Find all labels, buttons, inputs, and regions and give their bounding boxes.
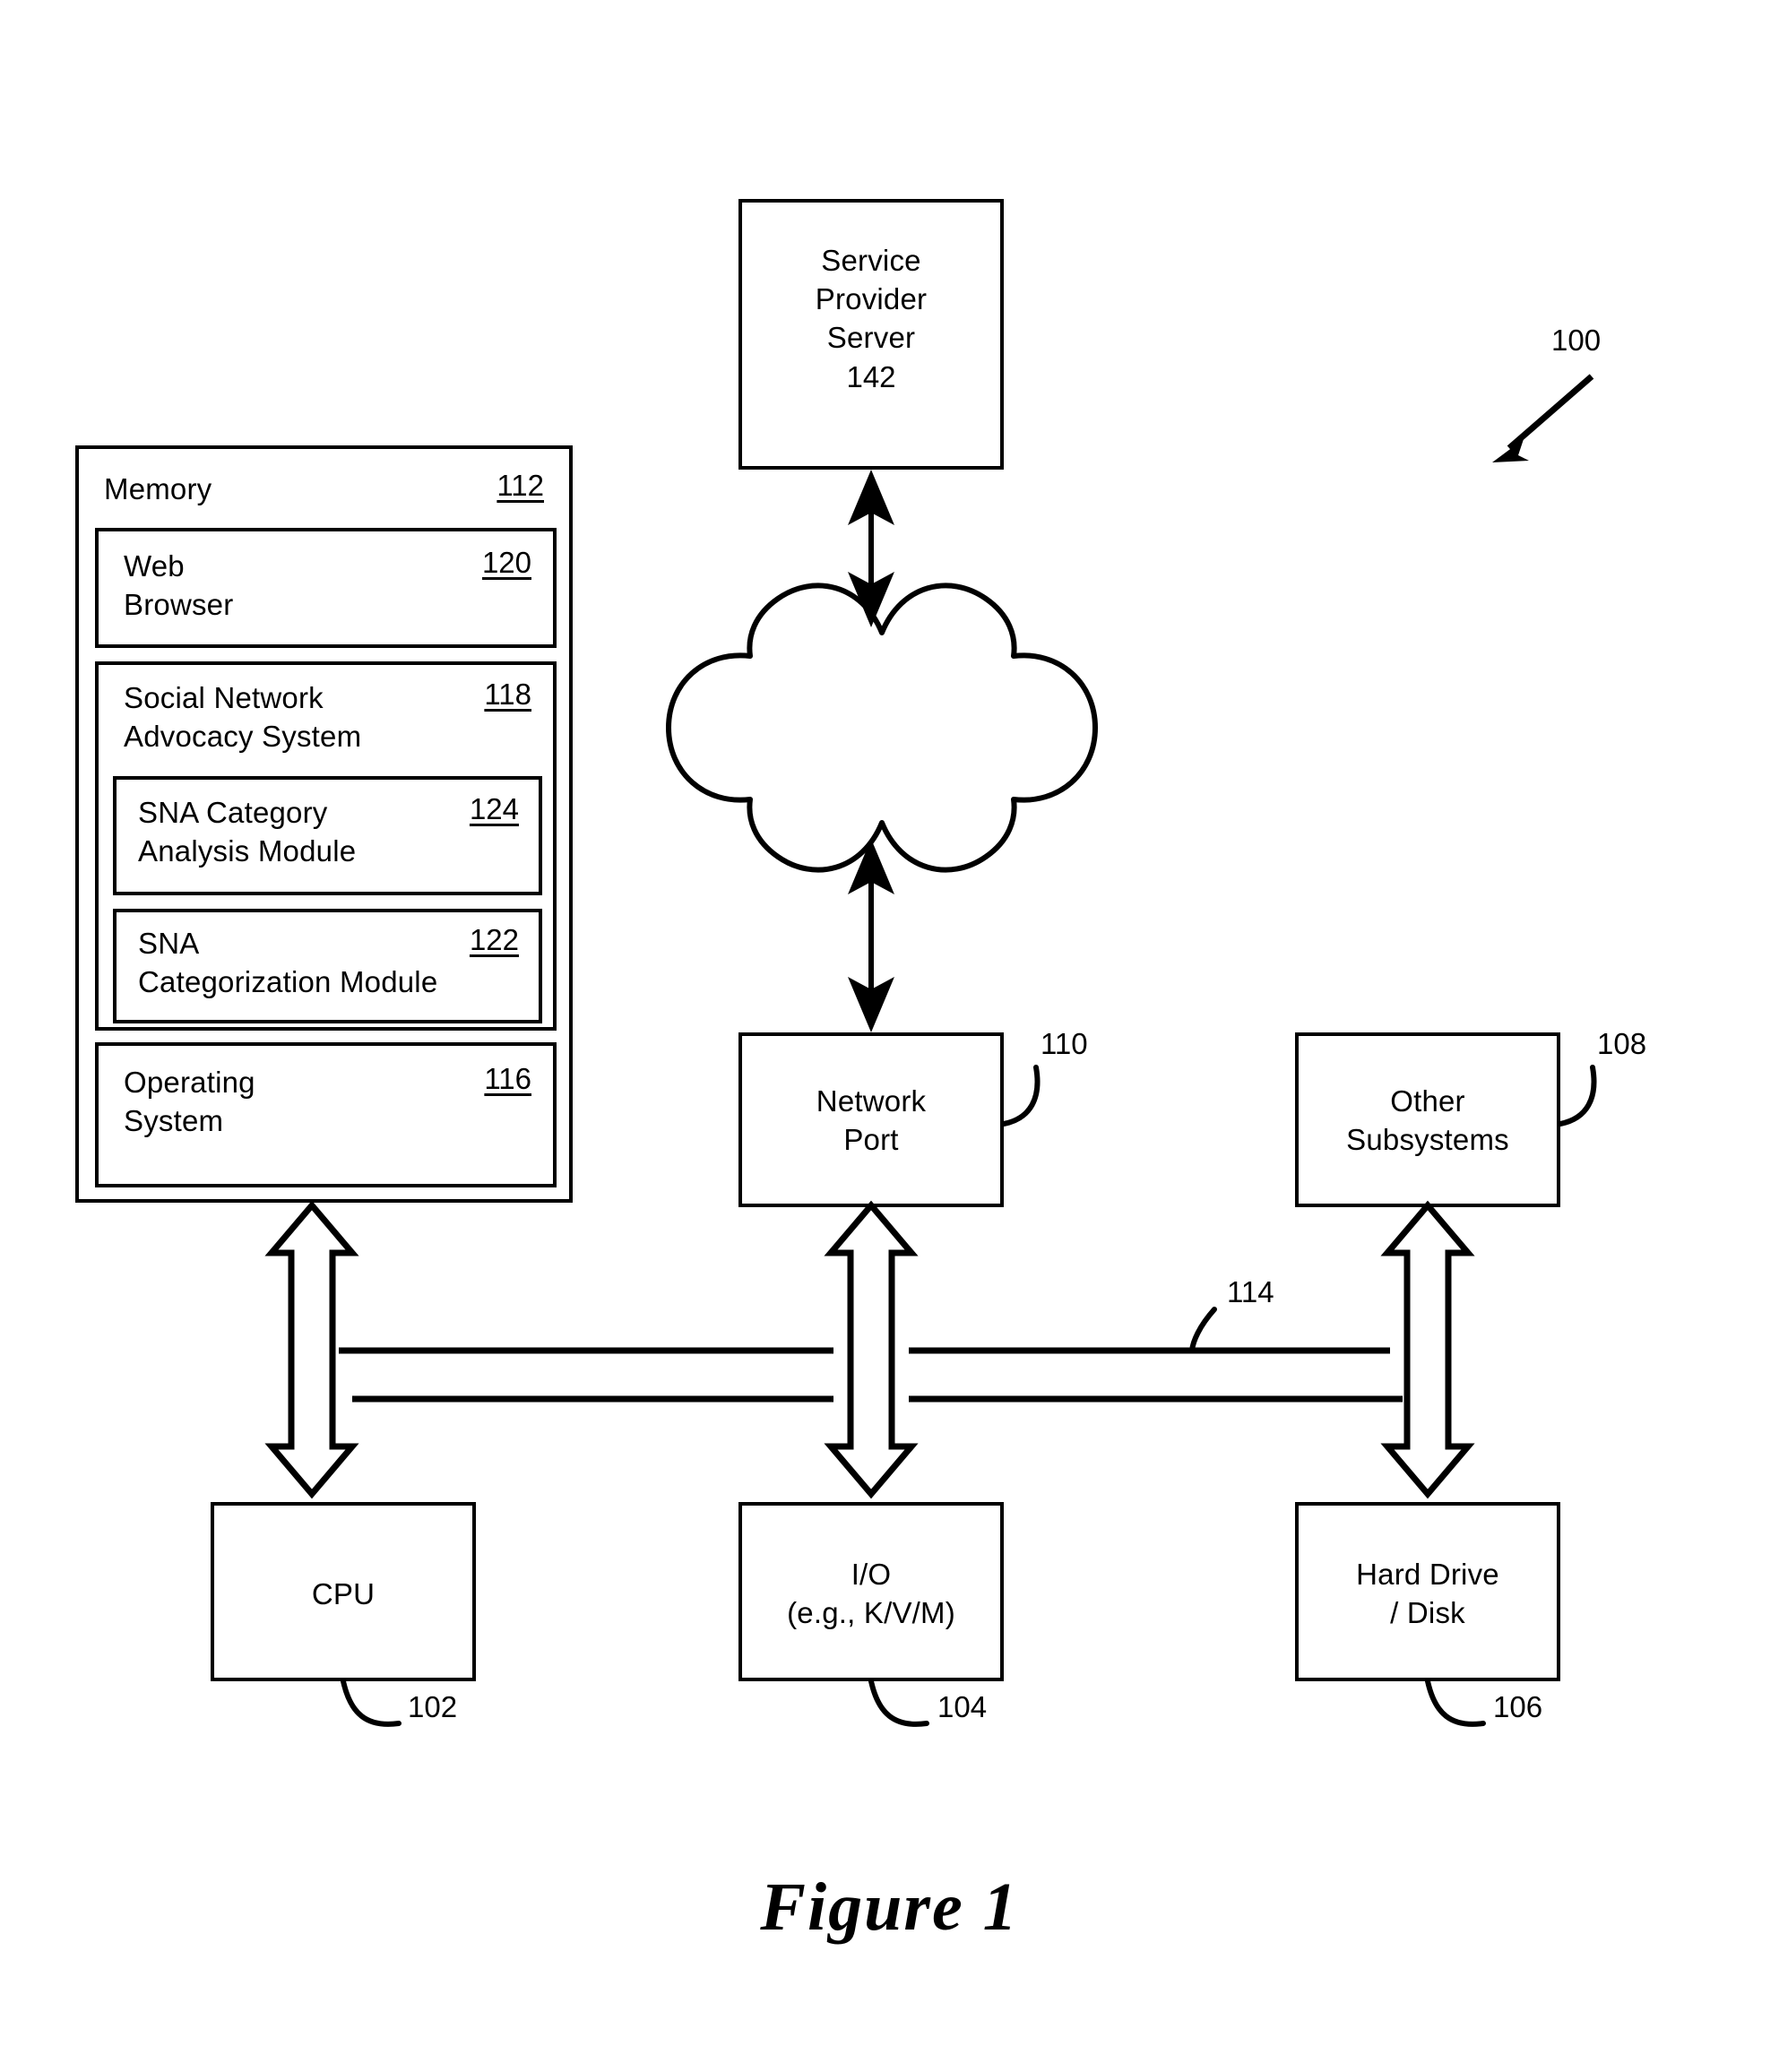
system-ref-100: 100 [1551,324,1602,357]
sna-category-analysis-label: SNA Category Analysis Module [138,794,356,871]
hard-drive-label: Hard Drive / Disk [1299,1556,1557,1633]
operating-system-ref: 116 [484,1062,531,1095]
sna-categorization-ref: 122 [469,923,519,956]
sna-system-label: Social Network Advocacy System [124,679,361,756]
hard-drive-ref: 106 [1493,1690,1543,1723]
other-subsystems-ref: 108 [1597,1027,1647,1060]
sna-system-block: Social Network Advocacy System 118 SNA Ca… [95,661,557,1031]
io-ref: 104 [937,1690,988,1723]
cpu-ref: 102 [408,1690,458,1723]
othersubsystems-bus-arrow [1380,1200,1475,1499]
sna-system-line1: Social Network [124,681,324,714]
io-label: I/O (e.g., K/V/M) [742,1556,1000,1633]
service-provider-server-label: Service Provider Server [742,242,1000,358]
sna-categorization-module-block: SNA Categorization Module 122 [113,909,542,1023]
other-subsystems-block: Other Subsystems [1295,1032,1560,1207]
sna-system-line2: Advocacy System [124,719,362,753]
cpu-ref-leader [341,1679,402,1727]
network-port-label: Network Port [742,1083,1000,1160]
operating-system-line1: Operating [124,1066,255,1099]
service-provider-server-block: Service Provider Server 142 [738,199,1004,470]
figure-caption: Figure 1 [760,1869,1019,1945]
bus-ref: 114 [1227,1275,1274,1308]
cpu-block: CPU [211,1502,476,1681]
other-subsystems-line2: Subsystems [1346,1122,1509,1156]
system-ref-arrow [1492,374,1594,462]
sna-categorization-line1: SNA [138,927,200,960]
service-provider-server-ref: 142 [846,360,896,393]
network-port-line2: Port [843,1122,899,1156]
operating-system-block: Operating System 116 [95,1042,557,1187]
web-browser-line1: Web [124,549,185,583]
web-browser-block: Web Browser 120 [95,528,557,648]
other-subsystems-line1: Other [1390,1084,1465,1118]
bus-ref-leader [1189,1307,1217,1353]
service-provider-server-line2: Provider [815,281,928,315]
other-subsystems-ref-leader [1558,1065,1597,1127]
sna-system-ref: 118 [484,678,531,711]
network-port-block: Network Port [738,1032,1004,1207]
sna-category-analysis-ref: 124 [469,792,519,825]
web-browser-line2: Browser [124,587,234,621]
hard-drive-ref-leader [1425,1679,1486,1727]
hard-drive-line2: / Disk [1390,1595,1465,1629]
sna-category-analysis-line2: Analysis Module [138,833,357,868]
sna-category-analysis-module-block: SNA Category Analysis Module 124 [113,776,542,895]
io-ref-leader [868,1679,929,1727]
hard-drive-line1: Hard Drive [1356,1558,1499,1591]
operating-system-line2: System [124,1103,224,1137]
patent-figure-page: Memory 112 Web Browser 120 Social Network… [0,0,1779,2072]
service-provider-server-line3: Server [826,320,916,354]
network-cloud-outline [666,583,1098,873]
other-subsystems-label: Other Subsystems [1299,1083,1557,1160]
io-line1: I/O [851,1558,892,1591]
memory-ref: 112 [497,469,544,502]
network-port-ref: 110 [1041,1027,1088,1060]
network-port-ref-leader [1001,1065,1041,1127]
memory-block: Memory 112 Web Browser 120 Social Network… [75,445,573,1203]
sna-categorization-line2: Categorization Module [138,964,438,998]
web-browser-label: Web Browser [124,548,233,625]
networkport-bus-arrow [824,1200,919,1499]
sna-categorization-label: SNA Categorization Module [138,925,437,1002]
io-block: I/O (e.g., K/V/M) [738,1502,1004,1681]
web-browser-ref: 120 [481,546,531,579]
operating-system-label: Operating System [124,1064,255,1141]
network-port-line1: Network [816,1084,927,1118]
cpu-label: CPU [311,1577,376,1610]
memory-title: Memory [104,472,212,505]
service-provider-server-line1: Service [821,244,921,277]
sna-category-analysis-line1: SNA Category [138,796,328,829]
cloud-networkport-arrow [848,839,894,1032]
hard-drive-block: Hard Drive / Disk [1295,1502,1560,1681]
io-line2: (e.g., K/V/M) [787,1595,955,1629]
